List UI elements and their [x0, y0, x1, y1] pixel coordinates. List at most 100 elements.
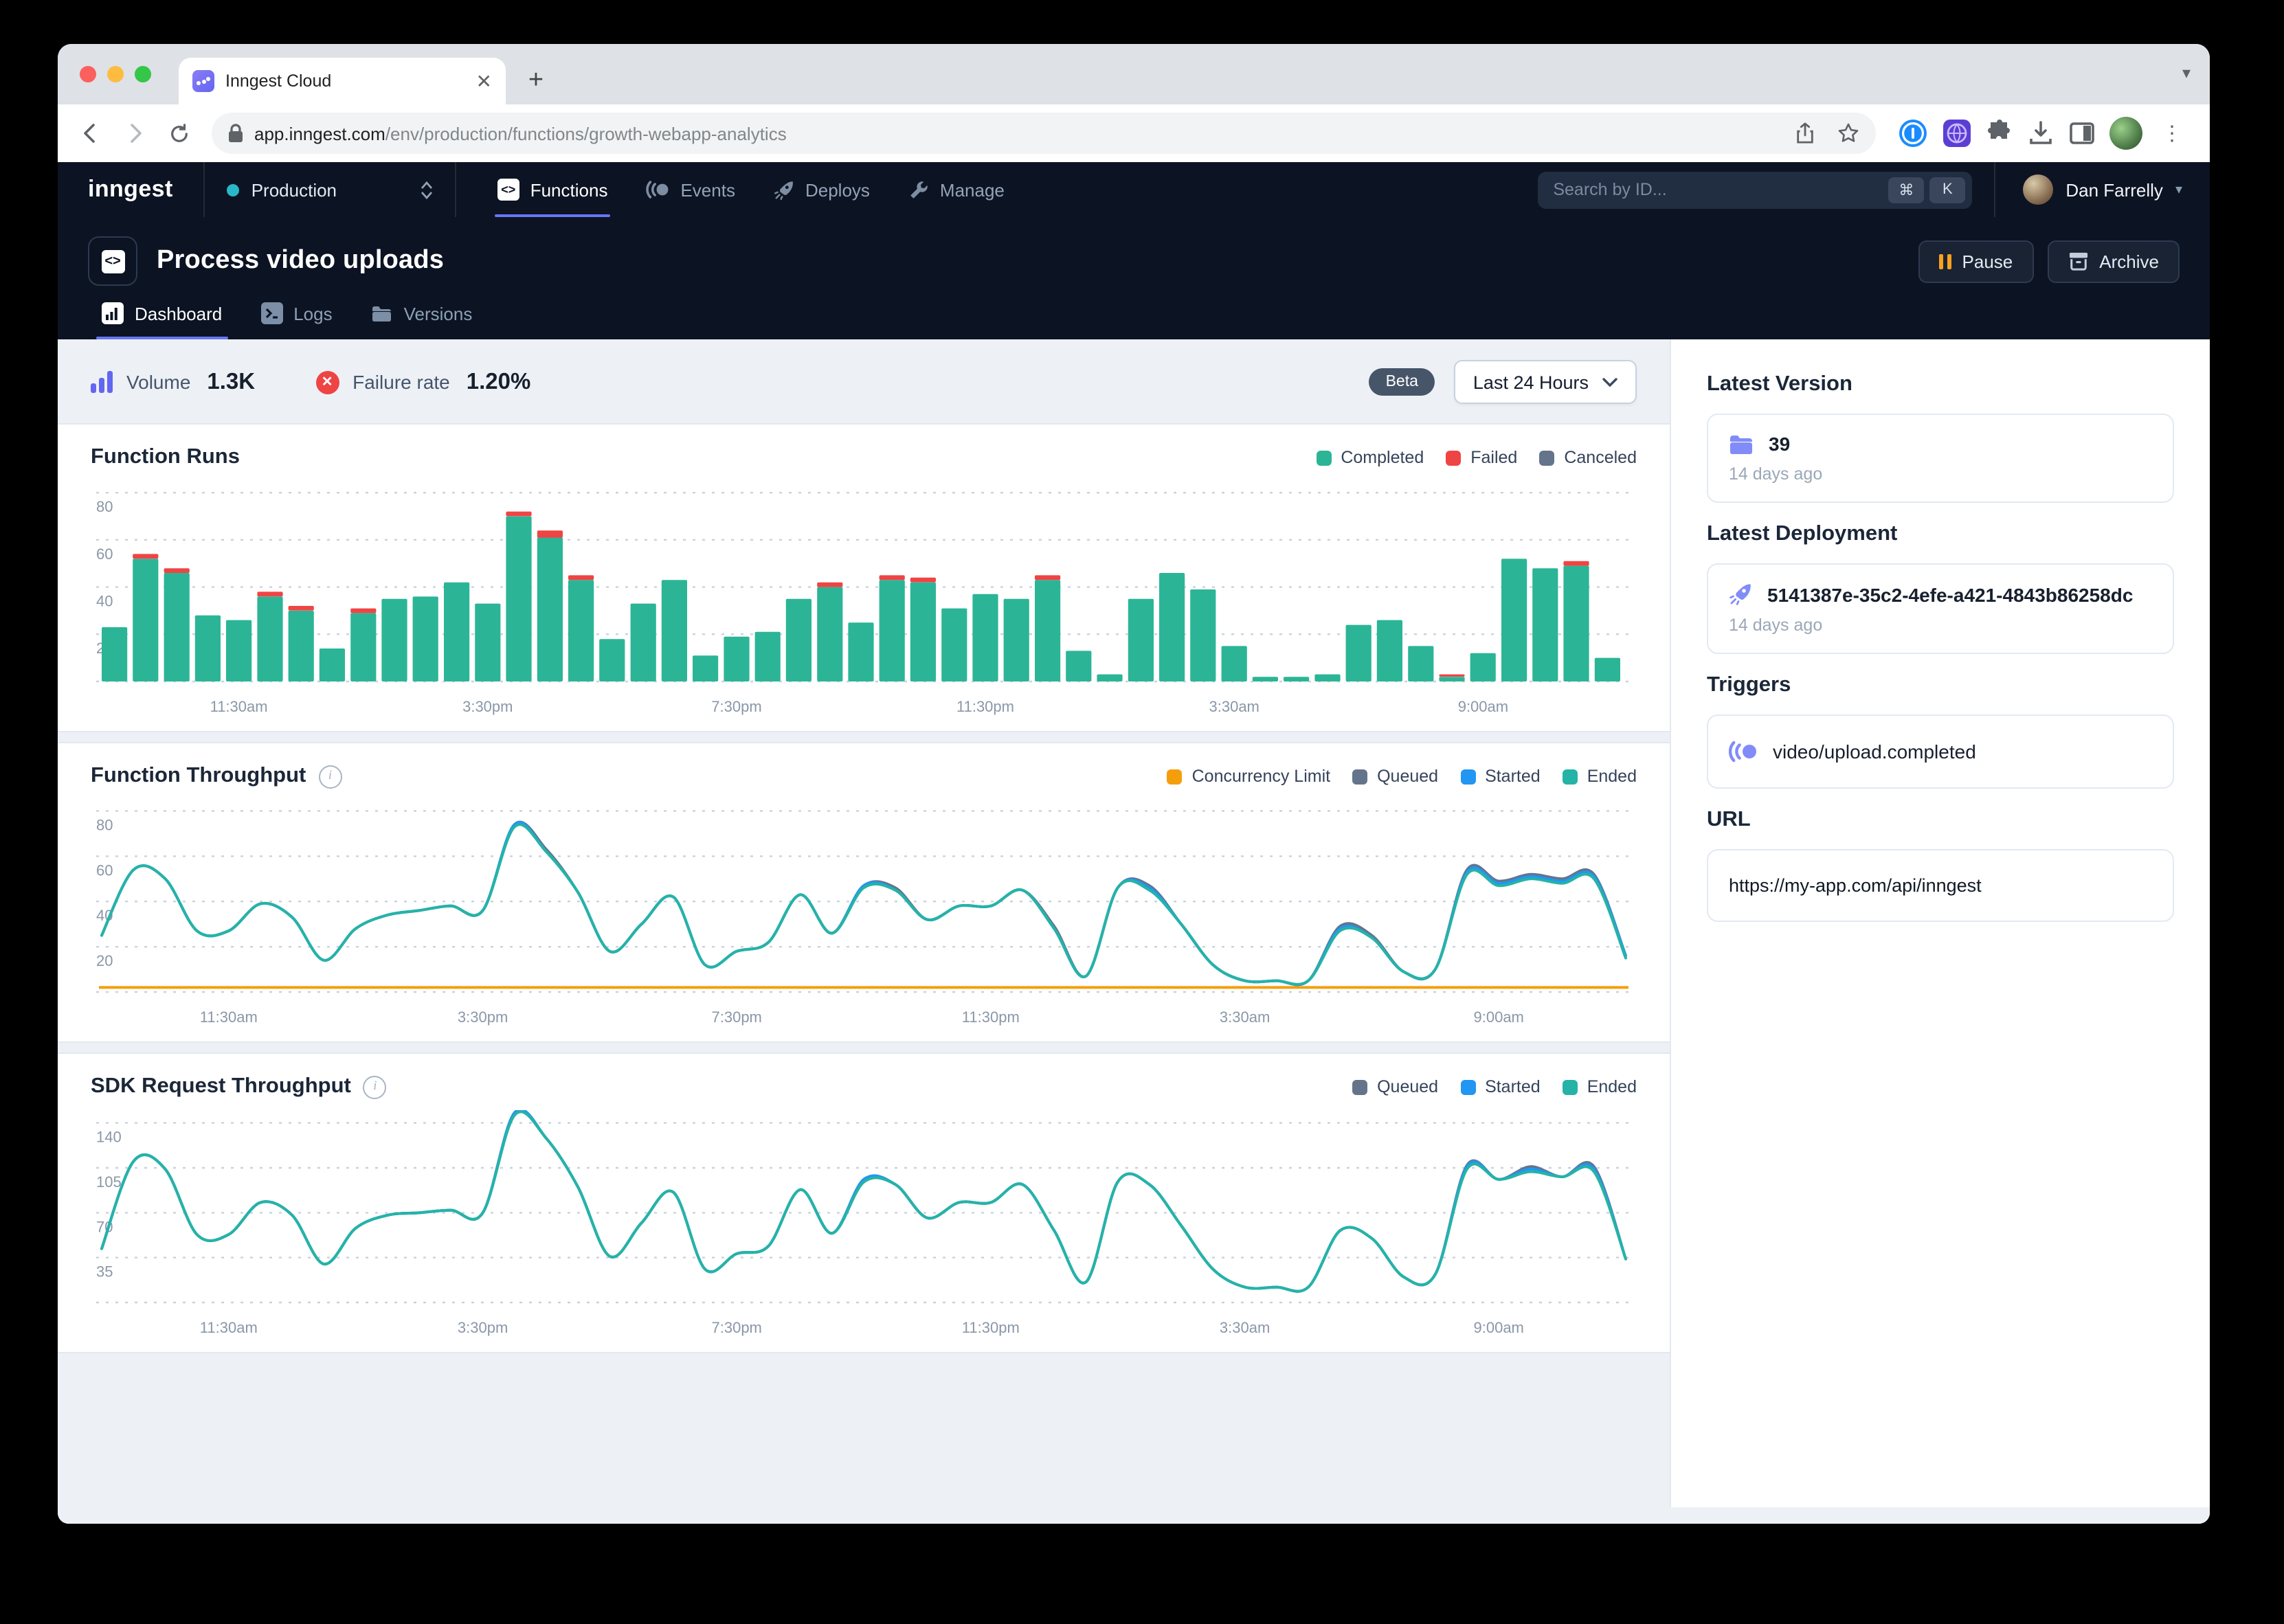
latest-version-card: 39 14 days ago	[1707, 414, 2174, 503]
legend-dot	[1539, 450, 1554, 465]
tab-title: Inngest Cloud	[225, 71, 465, 91]
tab-dashboard[interactable]: Dashboard	[88, 302, 236, 339]
latest-deployment-heading: Latest Deployment	[1707, 522, 2174, 547]
nav-item-functions[interactable]: <> Functions	[481, 162, 625, 217]
legend-item-ended: Ended	[1563, 767, 1637, 786]
nav-item-events[interactable]: Events	[629, 162, 752, 217]
latest-deployment-card: 5141387e-35c2-4efe-a421-4843b86258dc 14 …	[1707, 563, 2174, 654]
legend-dot	[1460, 769, 1475, 784]
stats-bar: Volume 1.3K ✕ Failure rate 1.20% Beta La…	[58, 339, 1670, 423]
reload-button[interactable]	[159, 114, 198, 153]
events-icon	[646, 180, 669, 199]
environment-status-dot	[227, 183, 239, 196]
sdk-throughput-title: SDK Request Throughput	[91, 1074, 351, 1099]
tab-close-icon[interactable]: ✕	[476, 71, 492, 91]
extensions-puzzle-icon[interactable]	[1986, 120, 2013, 147]
nav-item-manage[interactable]: Manage	[892, 162, 1021, 217]
svg-text:3:30pm: 3:30pm	[462, 698, 513, 715]
user-menu[interactable]: Dan Farrelly ▾	[1994, 162, 2210, 217]
version-folder-icon	[1729, 433, 1754, 454]
legend-item-queued: Queued	[1352, 767, 1438, 786]
versions-folder-icon	[371, 304, 393, 322]
back-button[interactable]	[71, 114, 110, 153]
tab-list-chevron-icon[interactable]: ▾	[2182, 63, 2191, 82]
maximize-window-button[interactable]	[135, 66, 151, 82]
svg-text:35: 35	[96, 1263, 113, 1281]
function-icon-box: <>	[88, 236, 137, 286]
svg-text:7:30pm: 7:30pm	[712, 1319, 762, 1336]
side-panel-icon[interactable]	[2068, 120, 2096, 147]
legend-dot	[1352, 1079, 1367, 1094]
function-runs-legend: CompletedFailedCanceled	[1316, 448, 1637, 467]
function-runs-chart: 2040608011:30am3:30pm7:30pm11:30pm3:30am…	[91, 481, 1637, 720]
svg-text:11:30pm: 11:30pm	[962, 1319, 1020, 1336]
svg-text:11:30pm: 11:30pm	[956, 698, 1014, 715]
close-window-button[interactable]	[80, 66, 96, 82]
volume-stat: Volume 1.3K	[91, 369, 255, 395]
latest-deployment-value: 5141387e-35c2-4efe-a421-4843b86258dc	[1767, 583, 2133, 605]
browser-tab[interactable]: Inngest Cloud ✕	[179, 58, 506, 104]
new-tab-button[interactable]: +	[517, 62, 555, 100]
svg-text:3:30am: 3:30am	[1209, 698, 1259, 715]
page-title: Process video uploads	[157, 246, 1900, 276]
browser-profile-avatar[interactable]	[2109, 117, 2142, 150]
svg-text:11:30pm: 11:30pm	[962, 1008, 1020, 1026]
info-icon[interactable]: i	[318, 765, 342, 788]
tab-logs[interactable]: Logs	[247, 302, 346, 339]
nav-item-deploys[interactable]: Deploys	[757, 162, 886, 217]
environment-selector[interactable]: Production	[205, 162, 455, 217]
forward-arrow-icon	[124, 122, 146, 144]
share-icon	[1794, 122, 1815, 144]
info-icon[interactable]: i	[363, 1075, 387, 1098]
inngest-logo: inngest	[58, 162, 203, 217]
legend-item-started: Started	[1460, 767, 1541, 786]
password-manager-extension-icon[interactable]	[1898, 118, 1928, 148]
dashboard-icon	[102, 302, 124, 324]
function-throughput-chart: 2040608011:30am3:30pm7:30pm11:30pm3:30am…	[91, 800, 1637, 1030]
time-range-dropdown[interactable]: Last 24 Hours	[1454, 360, 1637, 404]
legend-item-concurrency-limit: Concurrency Limit	[1167, 767, 1330, 786]
pause-button[interactable]: Pause	[1919, 240, 2034, 282]
manage-wrench-icon	[908, 179, 929, 200]
legend-item-queued: Queued	[1352, 1077, 1438, 1096]
downloads-icon[interactable]	[2027, 120, 2055, 147]
svg-text:11:30am: 11:30am	[210, 698, 268, 715]
star-icon	[1837, 122, 1859, 144]
volume-value: 1.3K	[207, 369, 255, 395]
legend-dot	[1446, 450, 1461, 465]
svg-text:80: 80	[96, 498, 113, 515]
legend-dot	[1316, 450, 1331, 465]
page-tabs: Dashboard Logs Versions	[88, 302, 2180, 339]
sdk-throughput-card: SDK Request Throughput i QueuedStartedEn…	[58, 1052, 1670, 1353]
sdk-throughput-chart: 357010514011:30am3:30pm7:30pm11:30pm3:30…	[91, 1110, 1637, 1341]
purple-extension-icon[interactable]	[1942, 118, 1972, 148]
browser-toolbar: app.inngest.com/env/production/functions…	[58, 104, 2210, 162]
svg-text:60: 60	[96, 861, 113, 879]
browser-menu-kebab-icon[interactable]: ⋮	[2156, 121, 2188, 146]
environment-switch-chevrons-icon	[421, 181, 433, 199]
trigger-event-name: video/upload.completed	[1773, 741, 1976, 763]
url-bar[interactable]: app.inngest.com/env/production/functions…	[212, 113, 1876, 154]
window-controls[interactable]	[80, 66, 151, 82]
legend-dot	[1352, 769, 1367, 784]
forward-button[interactable]	[115, 114, 154, 153]
svg-text:7:30pm: 7:30pm	[712, 1008, 762, 1026]
tab-versions[interactable]: Versions	[357, 302, 486, 339]
function-throughput-title: Function Throughput	[91, 764, 306, 789]
share-button[interactable]	[1785, 114, 1824, 153]
bookmark-star-button[interactable]	[1829, 114, 1868, 153]
latest-deployment-time: 14 days ago	[1729, 616, 2152, 635]
archive-button[interactable]: Archive	[2047, 240, 2180, 282]
legend-item-canceled: Canceled	[1539, 448, 1637, 467]
failure-x-icon: ✕	[315, 370, 339, 394]
app-nav-bar: inngest Production <> Functions Events	[58, 162, 2210, 217]
user-avatar	[2023, 174, 2053, 205]
deployment-rocket-icon	[1729, 583, 1752, 606]
cmd-key-badge: ⌘	[1888, 177, 1924, 203]
legend-item-completed: Completed	[1316, 448, 1424, 467]
search-input[interactable]: Search by ID... ⌘ K	[1538, 171, 1972, 208]
legend-dot	[1563, 1079, 1578, 1094]
reload-icon	[168, 123, 189, 144]
minimize-window-button[interactable]	[107, 66, 124, 82]
svg-text:3:30am: 3:30am	[1220, 1008, 1270, 1026]
